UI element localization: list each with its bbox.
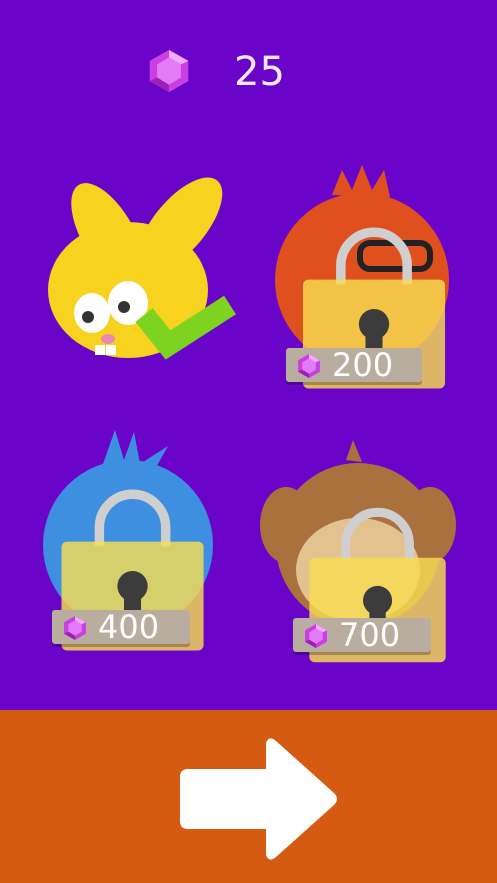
character-card-monkey[interactable]: 700 [258,440,458,660]
gem-count: 25 [234,49,285,95]
purple-gem-icon [149,49,189,93]
price-label: 400 [98,608,160,646]
padlock-icon [273,475,473,695]
padlock-icon [284,193,464,423]
check-icon [135,295,236,360]
character-card-orange[interactable]: 200 [272,165,452,395]
purple-gem-icon [305,624,327,648]
purple-gem-icon [64,616,86,640]
next-arrow-button[interactable] [176,735,340,863]
gem-counter: 25 [140,42,340,102]
character-card-blue[interactable]: 400 [40,430,220,650]
padlock-icon [52,460,232,680]
price-label: 700 [339,616,401,654]
purple-gem-icon [298,354,320,378]
game-screen: 25 200 400 700 [0,0,497,883]
price-label: 200 [332,346,394,384]
character-card-bunny[interactable] [40,165,250,375]
right-arrow-icon [180,738,337,860]
price-tag: 200 [286,348,422,382]
price-tag: 400 [52,610,190,644]
price-tag: 700 [293,618,431,652]
